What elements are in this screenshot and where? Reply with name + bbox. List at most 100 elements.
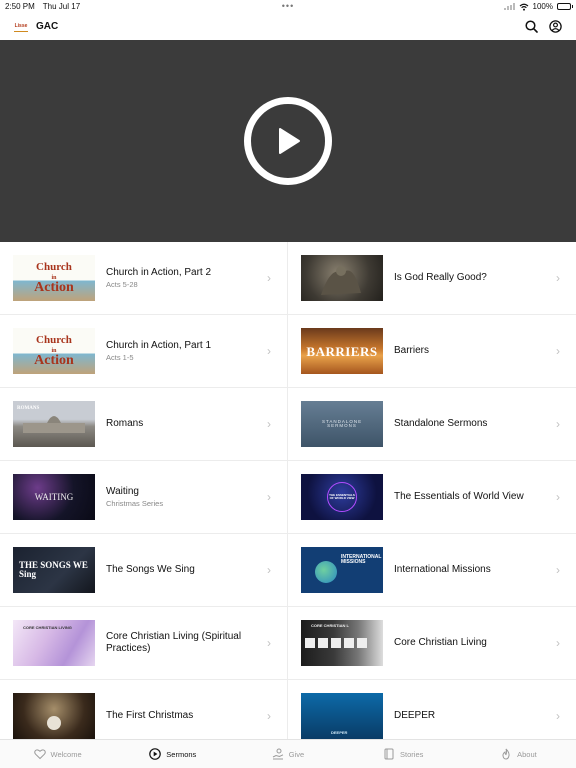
world-view-thumb-text: THE ESSENTIALS OF WORLD VIEW <box>329 493 355 500</box>
tab-label: Sermons <box>166 749 197 759</box>
thumb-caption-church: Church <box>36 334 72 346</box>
heart-icon <box>33 749 46 760</box>
chevron-right-icon: › <box>267 344 271 358</box>
chevron-right-icon: › <box>267 636 271 650</box>
standalone-thumbnail: STANDALONE SERMONS <box>301 401 383 447</box>
sermon-card[interactable]: The First Christmas › <box>0 680 288 739</box>
play-circle-icon <box>149 748 162 760</box>
multitask-dots-icon[interactable]: ••• <box>282 1 294 11</box>
church-in-action-thumbnail: Church in Action <box>13 255 95 301</box>
app-title: GAC <box>36 21 59 32</box>
chevron-right-icon: › <box>556 490 560 504</box>
signal-icon <box>503 3 515 10</box>
barriers-thumb-text: BARRIERS <box>306 343 378 359</box>
sermon-card[interactable]: Church in Action Church in Action, Part … <box>0 315 288 388</box>
sermon-title: The Songs We Sing <box>106 564 195 575</box>
core-living-dark-thumbnail: CORE CHRISTIAN L <box>301 620 383 666</box>
search-button[interactable] <box>524 20 538 34</box>
deeper-thumbnail: DEEPER <box>301 693 383 739</box>
chevron-right-icon: › <box>267 490 271 504</box>
chevron-right-icon: › <box>556 417 560 431</box>
account-button[interactable] <box>548 20 562 34</box>
sermon-title: Barriers <box>394 345 430 356</box>
tab-label: Give <box>288 749 305 759</box>
chevron-right-icon: › <box>267 417 271 431</box>
tab-label: About <box>517 749 537 759</box>
chevron-right-icon: › <box>556 271 560 285</box>
chevron-right-icon: › <box>267 563 271 577</box>
sermon-title: Romans <box>106 418 144 429</box>
status-date: Thu Jul 17 <box>42 2 81 11</box>
sermon-card[interactable]: WAITING Waiting Christmas Series › <box>0 461 288 534</box>
battery-icon <box>557 3 573 10</box>
world-view-thumbnail: THE ESSENTIALS OF WORLD VIEW <box>301 474 383 520</box>
core-living-thumb-text: CORE CHRISTIAN LIVING <box>23 625 72 630</box>
tab-label: Welcome <box>50 749 82 759</box>
waiting-thumbnail: WAITING <box>13 474 95 520</box>
sermon-card[interactable]: CORE CHRISTIAN LIVING Core Christian Liv… <box>0 607 288 680</box>
sermon-card[interactable]: STANDALONE SERMONS Standalone Sermons › <box>288 388 576 461</box>
core-living-thumbnail: CORE CHRISTIAN LIVING <box>13 620 95 666</box>
chevron-right-icon: › <box>556 563 560 577</box>
tab-sermons[interactable]: Sermons <box>115 740 230 768</box>
songs-we-sing-thumbnail: THE SONGS WE Sing <box>13 547 95 593</box>
thumb-caption-action: Action <box>34 353 74 368</box>
sermon-card[interactable]: BARRIERS Barriers › <box>288 315 576 388</box>
give-icon <box>272 748 284 760</box>
tab-label: Stories <box>400 749 424 759</box>
deeper-thumb-text: DEEPER <box>331 730 348 735</box>
wifi-icon <box>519 3 528 11</box>
sermon-title: The Essentials of World View <box>394 491 524 502</box>
tab-about[interactable]: About <box>461 740 576 768</box>
missions-thumb-text: INTERNATIONAL MISSIONS <box>341 554 382 565</box>
sermon-subtitle: Christmas Series <box>106 499 164 508</box>
account-icon <box>548 20 562 33</box>
video-player[interactable] <box>0 40 576 242</box>
sermon-title: Core Christian Living (Spiritual Practic… <box>106 631 242 654</box>
sermon-subtitle: Acts 5-28 <box>106 280 138 289</box>
first-christmas-thumbnail <box>13 693 95 739</box>
romans-thumb-text: ROMANS <box>17 406 40 411</box>
chevron-right-icon: › <box>556 709 560 723</box>
is-god-good-thumbnail <box>301 255 383 301</box>
tab-bar: Welcome Sermons Give Stories About <box>0 739 576 768</box>
sermon-title: International Missions <box>394 564 491 575</box>
sermon-title: Core Christian Living <box>394 637 487 648</box>
search-icon <box>524 20 538 33</box>
sermon-grid: Church in Action Church in Action, Part … <box>0 242 576 739</box>
sermon-card[interactable]: THE ESSENTIALS OF WORLD VIEW The Essenti… <box>288 461 576 534</box>
standalone-thumb-text: STANDALONE SERMONS <box>322 418 363 428</box>
sermon-title: The First Christmas <box>106 710 194 721</box>
top-navigation: Lisse GAC <box>0 13 576 40</box>
battery-percent: 100% <box>532 2 553 11</box>
sermon-card[interactable]: DEEPER DEEPER › <box>288 680 576 739</box>
sermon-title: Church in Action, Part 1 <box>106 340 212 351</box>
sermon-card[interactable]: Church in Action Church in Action, Part … <box>0 242 288 315</box>
chevron-right-icon: › <box>556 636 560 650</box>
sermon-title: Standalone Sermons <box>394 418 488 429</box>
sermon-title: Is God Really Good? <box>394 272 487 283</box>
status-time: 2:50 PM <box>5 2 35 11</box>
songs-thumb-text: THE SONGS WE Sing <box>19 560 88 579</box>
barriers-thumbnail: BARRIERS <box>301 328 383 374</box>
play-button[interactable] <box>244 97 332 185</box>
sermon-title: DEEPER <box>394 710 436 721</box>
tab-give[interactable]: Give <box>230 740 345 768</box>
church-in-action-thumbnail: Church in Action <box>13 328 95 374</box>
book-icon <box>384 748 394 760</box>
thumb-caption-church: Church <box>36 261 72 273</box>
sermon-title: Waiting <box>106 486 139 497</box>
sermon-card[interactable]: THE SONGS WE Sing The Songs We Sing › <box>0 534 288 607</box>
romans-thumbnail: ROMANS <box>13 401 95 447</box>
status-bar: 2:50 PM Thu Jul 17 ••• 100% <box>0 0 576 13</box>
tab-welcome[interactable]: Welcome <box>0 740 115 768</box>
sermon-card[interactable]: Is God Really Good? › <box>288 242 576 315</box>
sermon-title: Church in Action, Part 2 <box>106 267 212 278</box>
chevron-right-icon: › <box>556 344 560 358</box>
sermon-card[interactable]: INTERNATIONAL MISSIONS International Mis… <box>288 534 576 607</box>
missions-thumbnail: INTERNATIONAL MISSIONS <box>301 547 383 593</box>
sermon-card[interactable]: ROMANS Romans › <box>0 388 288 461</box>
flame-icon <box>502 748 510 760</box>
tab-stories[interactable]: Stories <box>346 740 461 768</box>
sermon-card[interactable]: CORE CHRISTIAN L Core Christian Living › <box>288 607 576 680</box>
